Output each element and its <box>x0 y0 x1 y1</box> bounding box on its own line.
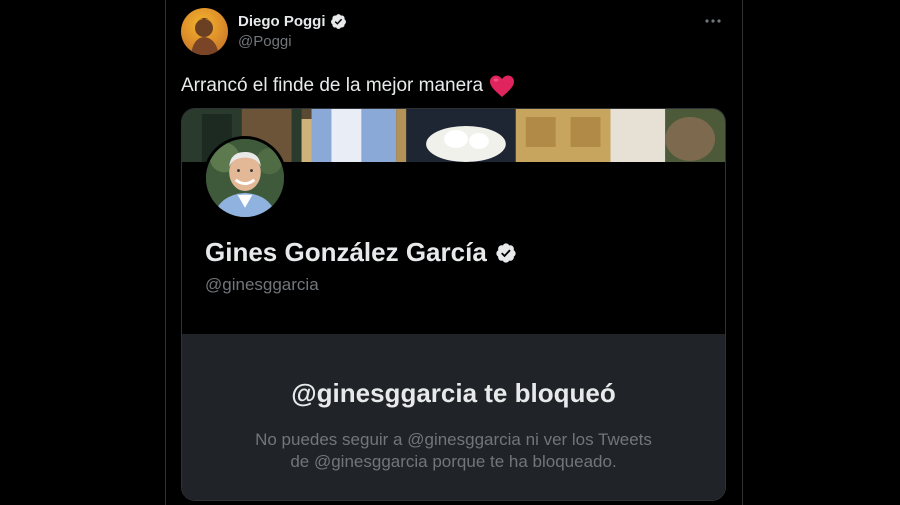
author-avatar[interactable] <box>181 8 228 55</box>
profile-name-row: Gines González García <box>205 237 517 268</box>
profile-avatar[interactable] <box>203 136 287 220</box>
blocked-notice: @ginesggarcia te bloqueó No puedes segui… <box>182 334 725 500</box>
author-handle[interactable]: @Poggi <box>238 33 292 50</box>
blocked-title: @ginesggarcia te bloqueó <box>291 378 616 408</box>
tweet-text-content: Arrancó el finde de la mejor manera <box>181 75 484 96</box>
blocked-description: No puedes seguir a @ginesggarcia ni ver … <box>212 429 695 473</box>
tweet[interactable]: Diego Poggi @Poggi Arrancó el finde de l… <box>166 0 742 505</box>
heart-emoji-icon <box>489 74 515 98</box>
profile-display-name[interactable]: Gines González García <box>205 237 487 268</box>
profile-card[interactable]: Gines González García @ginesggarcia @gin… <box>181 108 726 501</box>
more-dots-icon[interactable] <box>702 12 724 30</box>
verified-badge-icon <box>330 13 347 30</box>
blocked-description-line2: de @ginesggarcia porque te ha bloqueado. <box>290 452 617 471</box>
profile-verified-badge-icon <box>495 242 517 264</box>
blocked-description-line1: No puedes seguir a @ginesggarcia ni ver … <box>255 430 652 449</box>
author-display-name[interactable]: Diego Poggi <box>238 13 326 30</box>
tweet-text: Arrancó el finde de la mejor manera <box>181 74 515 98</box>
author-row: Diego Poggi <box>238 13 347 30</box>
profile-handle[interactable]: @ginesggarcia <box>205 275 319 295</box>
timeline-column: Diego Poggi @Poggi Arrancó el finde de l… <box>165 0 743 505</box>
